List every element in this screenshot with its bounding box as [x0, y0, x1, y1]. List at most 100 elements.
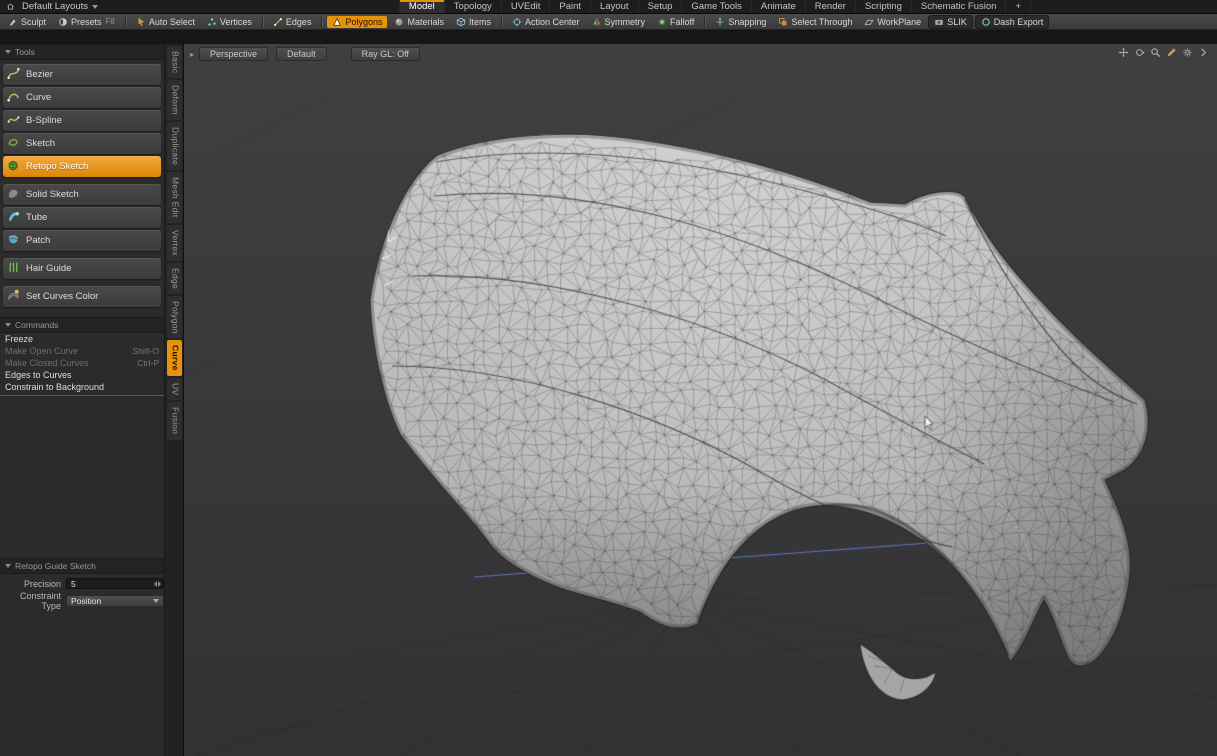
3d-viewport: ▸ Perspective Default Ray GL: Off [184, 44, 1217, 756]
toolbar-button-action-center[interactable]: Action Center [507, 16, 585, 28]
polygons-icon [332, 17, 342, 27]
auto-select-icon [136, 17, 146, 27]
settings-icon[interactable] [1182, 47, 1193, 58]
falloff-icon [657, 17, 667, 27]
side-tab-fusion[interactable]: Fusion [167, 402, 182, 439]
viewport-dropdown-ray-gl-off[interactable]: Ray GL: Off [351, 47, 420, 61]
side-tab-edge[interactable]: Edge [167, 263, 182, 294]
menu-tab-paint[interactable]: Paint [549, 0, 590, 13]
tool-button-b-spline[interactable]: B-Spline [3, 110, 161, 131]
menu-tab-render[interactable]: Render [805, 0, 855, 13]
tools-section-header[interactable]: Tools [0, 44, 164, 60]
menu-tab-schematic-fusion[interactable]: Schematic Fusion [911, 0, 1006, 13]
viewport-menu-arrow-icon[interactable]: ▸ [190, 50, 194, 59]
home-icon[interactable] [0, 2, 20, 11]
menu-tab-plus[interactable]: + [1005, 0, 1031, 13]
toolbar-button-sculpt[interactable]: Sculpt [3, 16, 51, 28]
tool-button-sketch[interactable]: Sketch [3, 133, 161, 154]
command-make-open-curve[interactable]: Make Open CurveShift-O [0, 345, 164, 357]
side-tab-curve[interactable]: Curve [167, 340, 182, 376]
set-curves-color-icon [7, 289, 20, 305]
toolbar-button-dash-export[interactable]: Dash Export [975, 15, 1050, 29]
toolbar-button-vertices[interactable]: Vertices [202, 16, 257, 28]
menu-tab-animate[interactable]: Animate [751, 0, 805, 13]
menu-tab-model[interactable]: Model [399, 0, 444, 13]
retopo-guide-sketch-header[interactable]: Retopo Guide Sketch [0, 558, 164, 574]
chevron-down-icon [92, 5, 98, 9]
toolbar-button-snapping[interactable]: Snapping [710, 16, 771, 28]
menu-tab-scripting[interactable]: Scripting [855, 0, 911, 13]
menu-tab-game-tools[interactable]: Game Tools [681, 0, 751, 13]
side-tab-uv[interactable]: UV [167, 378, 182, 400]
draw-style-icon[interactable] [1166, 47, 1177, 58]
side-tab-basic[interactable]: Basic [167, 46, 182, 78]
precision-row: Precision 5 [0, 576, 164, 591]
tool-button-set-curves-color[interactable]: Set Curves Color [3, 286, 161, 307]
tool-button-tube[interactable]: Tube [3, 207, 161, 228]
toolbar-button-presets[interactable]: PresetsF8 [53, 16, 120, 28]
toolbar-button-auto-select[interactable]: Auto Select [131, 16, 200, 28]
toolbar-button-workplane[interactable]: WorkPlane [859, 16, 926, 28]
toolbar-button-materials[interactable]: Materials [389, 16, 449, 28]
commands-section-header[interactable]: Commands [0, 317, 164, 333]
hair-guide-icon [7, 261, 20, 277]
tool-button-bezier[interactable]: Bezier [3, 64, 161, 85]
toolbar-button-slik[interactable]: SLIK [928, 15, 973, 29]
select-through-icon [778, 17, 788, 27]
constraint-type-dropdown[interactable]: Position [66, 595, 164, 607]
mode-toolbar: SculptPresetsF8 Auto SelectVertices Edges P… [0, 14, 1217, 30]
presets-icon [58, 17, 68, 27]
toolbar-separator [262, 16, 263, 27]
side-tab-mesh-edit[interactable]: Mesh Edit [167, 172, 182, 223]
tool-button-curve[interactable]: Curve [3, 87, 161, 108]
tool-category-tab-strip: Basic Deform Duplicate Mesh Edit Vertex Edge P… [165, 44, 184, 756]
toolbar-button-items[interactable]: Items [451, 16, 496, 28]
constraint-type-value: Position [71, 596, 101, 606]
bezier-icon [7, 67, 20, 83]
slider-handle-icon[interactable] [154, 581, 163, 587]
collapse-arrow-icon [5, 50, 11, 54]
command-constrain-to-background[interactable]: Constrain to Background [0, 381, 164, 393]
toolbar-separator [125, 16, 126, 27]
menu-tab-topology[interactable]: Topology [444, 0, 501, 13]
menu-tab-uvedit[interactable]: UVEdit [501, 0, 550, 13]
viewport-dropdown-default[interactable]: Default [276, 47, 327, 61]
sculpt-icon [8, 17, 18, 27]
side-tab-deform[interactable]: Deform [167, 80, 182, 120]
side-tab-duplicate[interactable]: Duplicate [167, 122, 182, 170]
toolbar-button-symmetry[interactable]: Symmetry [587, 16, 651, 28]
tool-button-solid-sketch[interactable]: Solid Sketch [3, 184, 161, 205]
tool-button-patch[interactable]: Patch [3, 230, 161, 251]
orbit-icon[interactable] [1134, 47, 1145, 58]
command-make-closed-curves[interactable]: Make Closed CurvesCtrl-P [0, 357, 164, 369]
tool-button-retopo-sketch[interactable]: Retopo Sketch [3, 156, 161, 177]
toolbar-button-edges[interactable]: Edges [268, 16, 317, 28]
workplane-icon [864, 17, 874, 27]
side-tab-vertex[interactable]: Vertex [167, 225, 182, 261]
snapping-icon [715, 17, 725, 27]
items-icon [456, 17, 466, 27]
materials-icon [394, 17, 404, 27]
viewport-dropdown-perspective[interactable]: Perspective [199, 47, 268, 61]
layouts-menu[interactable]: Default Layouts [22, 1, 88, 12]
command-edges-to-curves[interactable]: Edges to Curves [0, 369, 164, 381]
zoom-icon[interactable] [1150, 47, 1161, 58]
sketch-icon [7, 136, 20, 152]
toolbar-button-polygons[interactable]: Polygons [327, 16, 387, 28]
menu-tab-setup[interactable]: Setup [638, 0, 682, 13]
pan-icon[interactable] [1118, 47, 1129, 58]
viewport-canvas[interactable] [184, 44, 1217, 756]
menu-tab-layout[interactable]: Layout [590, 0, 638, 13]
constraint-type-row: Constraint Type Position [0, 591, 164, 606]
side-tab-polygon[interactable]: Polygon [167, 296, 182, 339]
retopo-sketch-icon [7, 159, 20, 175]
tool-panel: Tools BezierCurveB-SplineSketchRetopo Sk… [0, 44, 165, 756]
more-icon[interactable] [1198, 47, 1209, 58]
toolbar-button-falloff[interactable]: Falloff [652, 16, 699, 28]
command-freeze[interactable]: Freeze [0, 333, 164, 345]
precision-slider[interactable]: 5 [66, 578, 164, 589]
title-bar: Default Layouts ModelTopologyUVEditPaint… [0, 0, 1217, 14]
toolbar-button-select-through[interactable]: Select Through [773, 16, 857, 28]
tool-button-hair-guide[interactable]: Hair Guide [3, 258, 161, 279]
vertices-icon [207, 17, 217, 27]
